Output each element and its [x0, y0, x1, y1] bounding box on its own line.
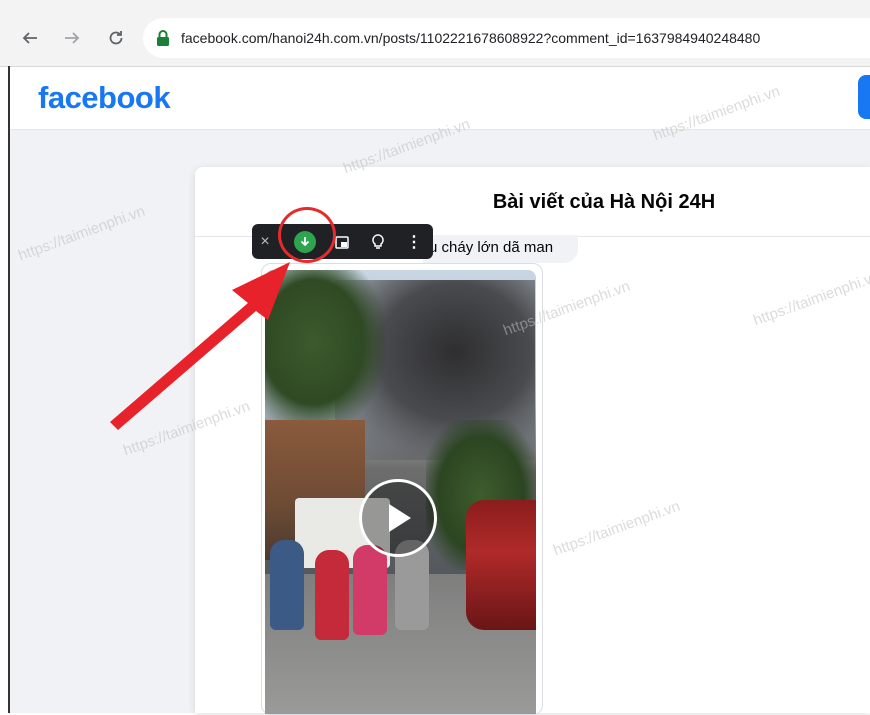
facebook-logo[interactable]: facebook: [38, 80, 171, 116]
tree: [265, 270, 385, 430]
play-icon[interactable]: [359, 479, 437, 557]
more-options-icon[interactable]: ⋮: [400, 224, 428, 259]
comment-text: u cháy lớn dã man: [429, 239, 554, 256]
motorbike-rider: [353, 545, 387, 635]
url-text: facebook.com/hanoi24h.com.vn/posts/11022…: [181, 30, 761, 46]
video-attachment[interactable]: [261, 263, 543, 715]
arrow-right-icon[interactable]: [60, 26, 84, 50]
comment-bubble: u cháy lớn dã man: [423, 235, 578, 263]
motorbike-rider: [270, 540, 304, 630]
red-car: [466, 500, 536, 630]
video-thumbnail[interactable]: [265, 270, 536, 714]
close-icon[interactable]: ×: [254, 224, 276, 259]
browser-toolbar: facebook.com/hanoi24h.com.vn/posts/11022…: [0, 0, 870, 67]
arrow-left-icon[interactable]: [18, 26, 42, 50]
motorbike-rider: [315, 550, 349, 640]
lightbulb-icon[interactable]: [364, 224, 392, 259]
header-action-button[interactable]: [858, 75, 870, 119]
address-bar[interactable]: facebook.com/hanoi24h.com.vn/posts/11022…: [143, 18, 870, 58]
highlight-circle: [278, 207, 336, 263]
lock-icon: [157, 30, 169, 46]
reload-icon[interactable]: [104, 26, 128, 50]
